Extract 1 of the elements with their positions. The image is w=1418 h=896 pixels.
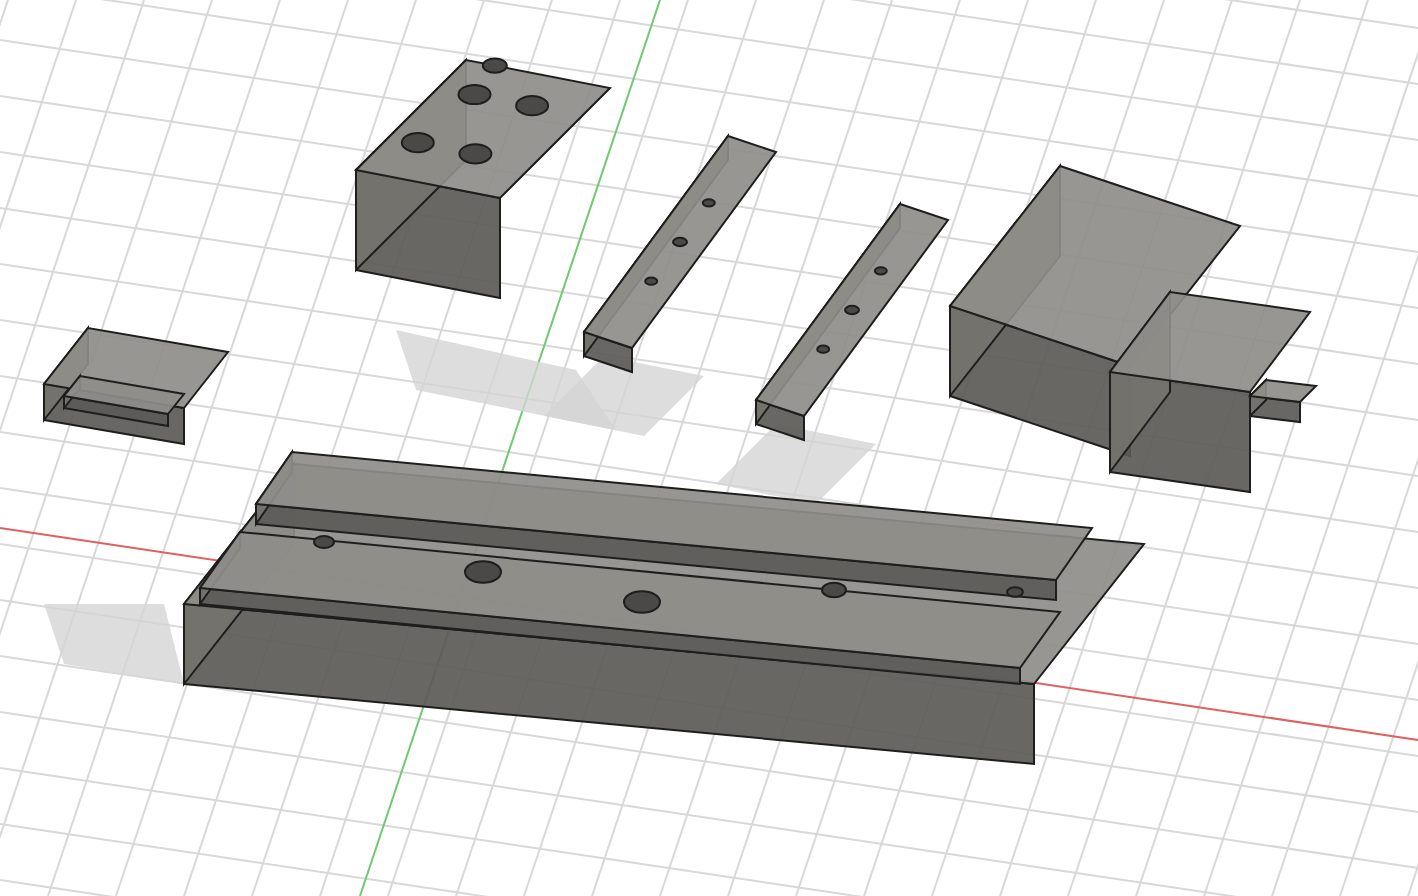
- shadow-drawing: [44, 604, 184, 684]
